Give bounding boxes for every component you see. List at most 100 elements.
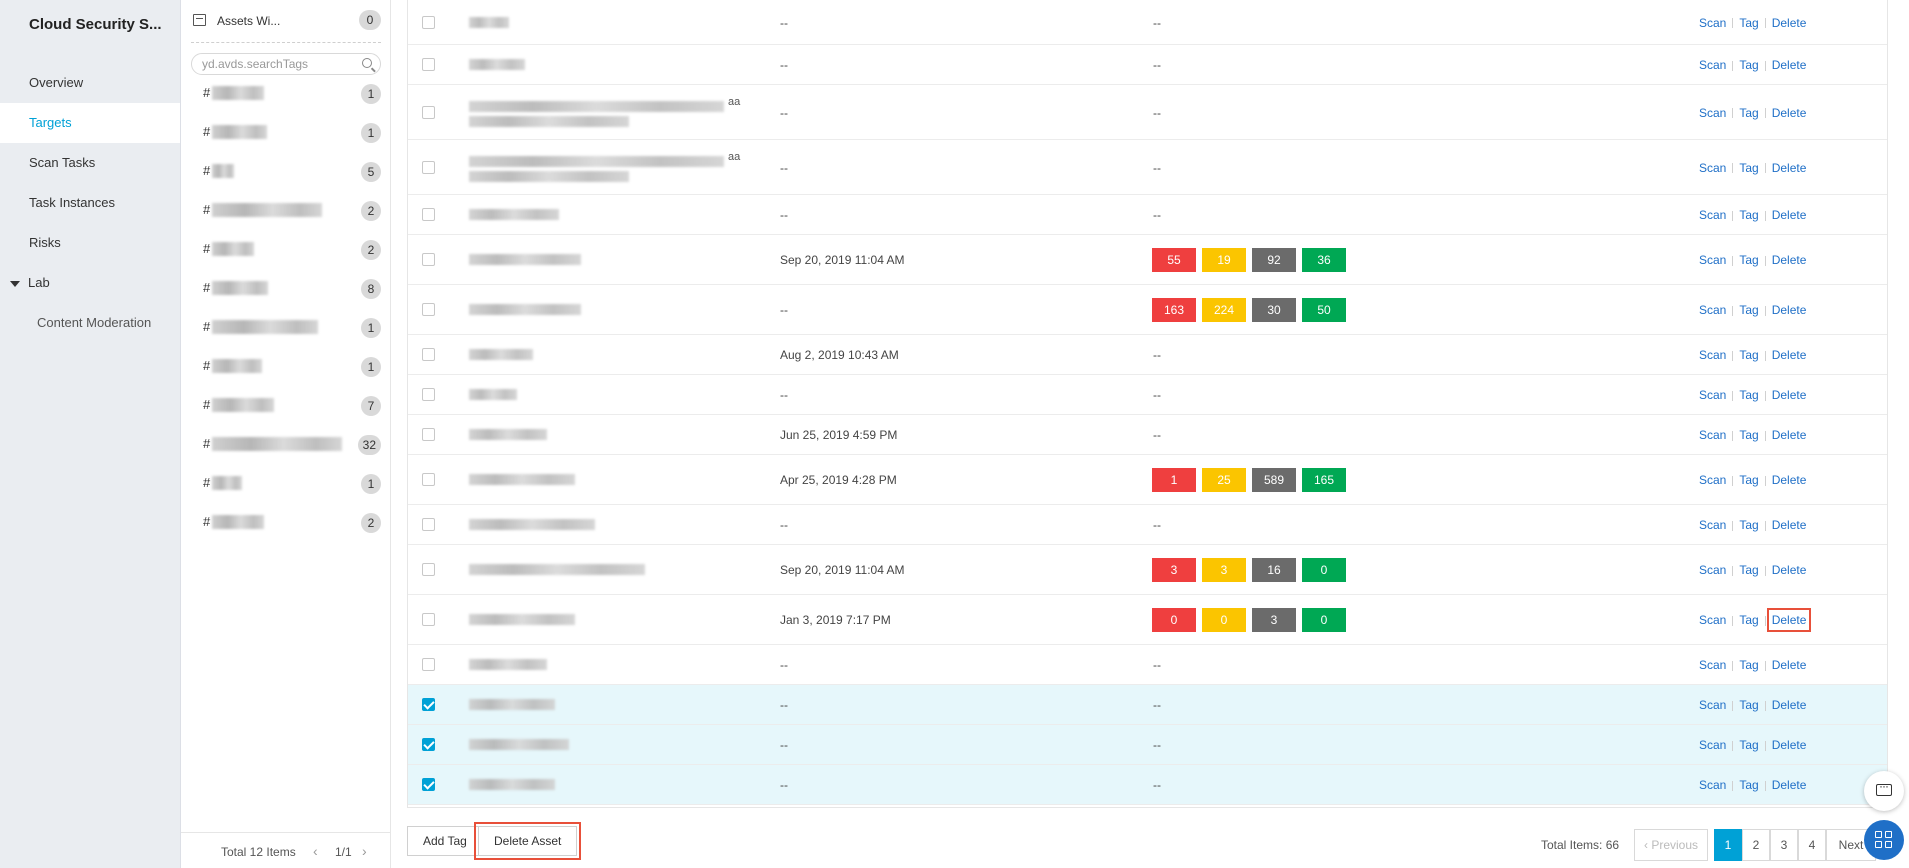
scan-link[interactable]: Scan: [1699, 161, 1726, 175]
tag-link[interactable]: Tag: [1739, 16, 1758, 30]
scan-link[interactable]: Scan: [1699, 303, 1726, 317]
tag-search-input[interactable]: [192, 54, 380, 74]
risk-critical-badge[interactable]: 3: [1152, 558, 1196, 582]
row-checkbox[interactable]: [422, 160, 435, 174]
nav-group-lab[interactable]: Lab: [0, 263, 180, 303]
risk-medium-badge[interactable]: 30: [1252, 298, 1296, 322]
delete-link[interactable]: Delete: [1772, 16, 1807, 30]
row-checkbox[interactable]: [422, 58, 435, 71]
scan-link[interactable]: Scan: [1699, 208, 1726, 222]
risk-high-badge[interactable]: 0: [1202, 608, 1246, 632]
delete-link[interactable]: Delete: [1772, 208, 1807, 222]
scan-link[interactable]: Scan: [1699, 388, 1726, 402]
pagination-page-4[interactable]: 4: [1798, 829, 1826, 861]
pagination-page-1[interactable]: 1: [1714, 829, 1742, 861]
scan-link[interactable]: Scan: [1699, 698, 1726, 712]
row-checkbox[interactable]: [422, 253, 435, 266]
apps-button[interactable]: [1864, 820, 1904, 860]
tag-link[interactable]: Tag: [1739, 563, 1758, 577]
tag-link[interactable]: Tag: [1739, 658, 1758, 672]
tag-panel-header[interactable]: Assets Wi... 0: [191, 0, 381, 43]
tag-link[interactable]: Tag: [1739, 388, 1758, 402]
row-checkbox[interactable]: [422, 658, 435, 671]
tag-link[interactable]: Tag: [1739, 518, 1758, 532]
scan-link[interactable]: Scan: [1699, 253, 1726, 267]
scan-link[interactable]: Scan: [1699, 106, 1726, 120]
row-checkbox[interactable]: [422, 105, 435, 119]
tag-item[interactable]: #1: [203, 114, 381, 153]
tag-link[interactable]: Tag: [1739, 106, 1758, 120]
delete-link[interactable]: Delete: [1772, 58, 1807, 72]
tag-link[interactable]: Tag: [1739, 778, 1758, 792]
risk-low-badge[interactable]: 0: [1302, 558, 1346, 582]
risk-high-badge[interactable]: 25: [1202, 468, 1246, 492]
pagination-page-2[interactable]: 2: [1742, 829, 1770, 861]
search-icon[interactable]: [362, 58, 372, 68]
add-tag-button[interactable]: Add Tag: [407, 826, 483, 856]
tag-item[interactable]: #1: [203, 348, 381, 387]
scan-link[interactable]: Scan: [1699, 428, 1726, 442]
tag-item[interactable]: #1: [203, 75, 381, 114]
row-checkbox[interactable]: [422, 778, 435, 791]
risk-high-badge[interactable]: 3: [1202, 558, 1246, 582]
risk-critical-badge[interactable]: 163: [1152, 298, 1196, 322]
row-checkbox[interactable]: [422, 348, 435, 361]
risk-medium-badge[interactable]: 3: [1252, 608, 1296, 632]
risk-low-badge[interactable]: 50: [1302, 298, 1346, 322]
nav-item-overview[interactable]: Overview: [0, 63, 180, 103]
chevron-left-icon[interactable]: ‹: [313, 843, 318, 859]
delete-link[interactable]: Delete: [1772, 778, 1807, 792]
scan-link[interactable]: Scan: [1699, 473, 1726, 487]
tag-link[interactable]: Tag: [1739, 161, 1758, 175]
nav-item-scan-tasks[interactable]: Scan Tasks: [0, 143, 180, 183]
row-checkbox[interactable]: [422, 698, 435, 711]
risk-critical-badge[interactable]: 55: [1152, 248, 1196, 272]
tag-item[interactable]: #2: [203, 504, 381, 543]
tag-item[interactable]: #8: [203, 270, 381, 309]
row-checkbox[interactable]: [422, 473, 435, 486]
delete-link[interactable]: Delete: [1772, 698, 1807, 712]
risk-critical-badge[interactable]: 1: [1152, 468, 1196, 492]
delete-link[interactable]: Delete: [1772, 161, 1807, 175]
delete-link[interactable]: Delete: [1772, 658, 1807, 672]
scan-link[interactable]: Scan: [1699, 16, 1726, 30]
tag-item[interactable]: #7: [203, 387, 381, 426]
delete-link[interactable]: Delete: [1772, 388, 1807, 402]
tag-link[interactable]: Tag: [1739, 428, 1758, 442]
risk-medium-badge[interactable]: 16: [1252, 558, 1296, 582]
row-checkbox[interactable]: [422, 613, 435, 626]
scan-link[interactable]: Scan: [1699, 348, 1726, 362]
delete-link[interactable]: Delete: [1772, 738, 1807, 752]
delete-link[interactable]: Delete: [1772, 348, 1807, 362]
row-checkbox[interactable]: [422, 563, 435, 576]
nav-item-risks[interactable]: Risks: [0, 223, 180, 263]
risk-low-badge[interactable]: 0: [1302, 608, 1346, 632]
scan-link[interactable]: Scan: [1699, 738, 1726, 752]
risk-medium-badge[interactable]: 92: [1252, 248, 1296, 272]
pagination-page-3[interactable]: 3: [1770, 829, 1798, 861]
tag-link[interactable]: Tag: [1739, 348, 1758, 362]
delete-link[interactable]: Delete: [1766, 608, 1812, 632]
scan-link[interactable]: Scan: [1699, 518, 1726, 532]
row-checkbox[interactable]: [422, 208, 435, 221]
scan-link[interactable]: Scan: [1699, 563, 1726, 577]
nav-item-task-instances[interactable]: Task Instances: [0, 183, 180, 223]
delete-link[interactable]: Delete: [1772, 253, 1807, 267]
tag-item[interactable]: #2: [203, 192, 381, 231]
tag-link[interactable]: Tag: [1739, 473, 1758, 487]
row-checkbox[interactable]: [422, 518, 435, 531]
delete-link[interactable]: Delete: [1772, 106, 1807, 120]
tag-item[interactable]: #5: [203, 153, 381, 192]
delete-link[interactable]: Delete: [1772, 563, 1807, 577]
risk-medium-badge[interactable]: 589: [1252, 468, 1296, 492]
tag-link[interactable]: Tag: [1739, 253, 1758, 267]
nav-item-content-moderation[interactable]: Content Moderation: [0, 303, 180, 343]
row-checkbox[interactable]: [422, 738, 435, 751]
row-checkbox[interactable]: [422, 428, 435, 441]
scan-link[interactable]: Scan: [1699, 658, 1726, 672]
risk-critical-badge[interactable]: 0: [1152, 608, 1196, 632]
delete-link[interactable]: Delete: [1772, 518, 1807, 532]
row-checkbox[interactable]: [422, 388, 435, 401]
tag-link[interactable]: Tag: [1739, 613, 1758, 627]
nav-item-targets[interactable]: Targets: [0, 103, 180, 143]
